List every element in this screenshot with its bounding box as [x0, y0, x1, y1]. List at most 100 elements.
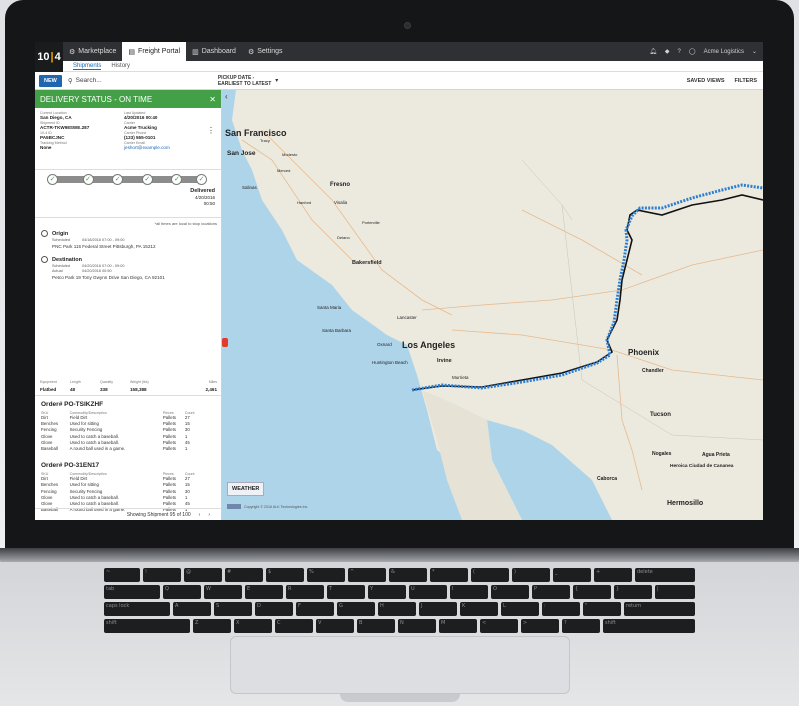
- key: P: [532, 585, 570, 599]
- keyboard-row: shift Z X C V B N M < > ? shift: [12, 619, 787, 633]
- map-city-label: Heroica Ciudad de Cananea: [670, 464, 734, 469]
- key: I: [450, 585, 488, 599]
- key: return: [624, 602, 695, 616]
- order-items-table: SKU Commodity/Description Pieces Count Dirt…: [41, 411, 201, 452]
- check-icon: ✓: [141, 174, 153, 185]
- collapse-panel-icon[interactable]: ‹: [225, 92, 228, 101]
- key: !: [143, 568, 181, 582]
- key: E: [245, 585, 283, 599]
- tag-icon[interactable]: ◆: [665, 48, 670, 55]
- current-location: San Diego, CA: [40, 115, 72, 120]
- account-menu[interactable]: Acme Logistics: [704, 49, 744, 55]
- destination-marker-icon[interactable]: [222, 338, 228, 347]
- key: H: [378, 602, 416, 616]
- nav-settings[interactable]: ⚙ Settings: [242, 42, 289, 61]
- top-navbar: ⚙ Marketplace ▤ Freight Portal ▥ Dashboard …: [35, 42, 763, 61]
- check-icon: ✓: [112, 174, 124, 185]
- count-cell: 1: [184, 446, 188, 452]
- map-city-label: Delano: [337, 235, 350, 240]
- sku-cell: Baseball: [41, 446, 58, 452]
- radio-icon[interactable]: [41, 256, 48, 263]
- key: tab: [104, 585, 160, 599]
- close-icon[interactable]: ✕: [209, 95, 216, 104]
- map-city-label: Visalia: [334, 200, 348, 205]
- key: U: [409, 585, 447, 599]
- key: J: [419, 602, 457, 616]
- more-options-icon[interactable]: ⋮: [207, 126, 215, 135]
- key: {: [573, 585, 611, 599]
- column-header: Quantity: [100, 380, 114, 384]
- length-value: 48: [70, 387, 76, 392]
- map-city-label: Caborca: [597, 476, 618, 482]
- weather-button[interactable]: WEATHER: [227, 482, 265, 496]
- caret-down-icon[interactable]: ▾: [275, 77, 278, 84]
- gear-icon: ⚙: [69, 48, 76, 56]
- key: *: [430, 568, 468, 582]
- key: D: [255, 602, 293, 616]
- laptop-notch: [340, 694, 460, 702]
- key: W: [204, 585, 242, 599]
- map-city-label: Chandler: [642, 368, 664, 374]
- nav-dashboard[interactable]: ▥ Dashboard: [186, 42, 242, 61]
- map-city-label: Modesto: [282, 152, 298, 157]
- prev-page-icon[interactable]: ‹: [199, 512, 201, 518]
- tracking-method: None: [40, 145, 52, 150]
- next-page-icon[interactable]: ›: [208, 512, 210, 518]
- key: (: [471, 568, 509, 582]
- saved-views-button[interactable]: SAVED VIEWS: [687, 78, 725, 84]
- column-header: Weight (lbs): [130, 380, 149, 384]
- app-logo[interactable]: 10 | 4: [35, 42, 63, 72]
- route-map[interactable]: ‹ San Francisco San Jose Fresno Salinas …: [222, 90, 763, 520]
- nav-marketplace[interactable]: ⚙ Marketplace: [63, 42, 122, 61]
- key: <: [480, 619, 518, 633]
- key: |: [655, 585, 695, 599]
- key: V: [316, 619, 354, 633]
- description-cell: A round ball used in a game.: [69, 446, 126, 452]
- key: shift: [104, 619, 190, 633]
- user-icon[interactable]: ◯: [689, 48, 696, 55]
- key: Y: [368, 585, 406, 599]
- radio-icon[interactable]: [41, 230, 48, 237]
- key: }: [614, 585, 652, 599]
- quantity-value: 338: [100, 387, 108, 392]
- pieces-cell: Pallets: [162, 446, 177, 452]
- search-input[interactable]: ⚲ Search...: [68, 77, 218, 85]
- bar-chart-icon: ▥: [192, 48, 199, 56]
- map-city-label: Lancaster: [397, 315, 417, 320]
- nav-freight-portal[interactable]: ▤ Freight Portal: [122, 42, 187, 61]
- key: T: [327, 585, 365, 599]
- delivered-time: 00:50: [203, 201, 215, 206]
- chevron-down-icon[interactable]: ⌄: [752, 48, 757, 55]
- order-title: Order# PO-TSIKZHF: [41, 401, 104, 408]
- tab-history[interactable]: History: [111, 63, 130, 69]
- carrier-email-link[interactable]: jeshort@example.com: [124, 145, 208, 150]
- map-city-label: Santa Barbara: [322, 328, 352, 333]
- sort-dropdown[interactable]: PICKUP DATE - EARLIEST TO LATEST: [218, 75, 271, 87]
- shipment-pager: Showing Shipment 95 of 100 ‹ ›: [35, 508, 221, 520]
- key: Z: [193, 619, 231, 633]
- key: #: [225, 568, 263, 582]
- column-header: Length: [70, 380, 81, 384]
- scale-bar-icon: [227, 504, 241, 509]
- key: _: [553, 568, 591, 582]
- check-icon: ✓: [47, 174, 58, 185]
- help-icon[interactable]: ?: [678, 49, 681, 55]
- key: O: [491, 585, 529, 599]
- sub-navigation: Shipments History: [63, 61, 763, 72]
- search-icon: ⚲: [67, 77, 73, 85]
- filters-button[interactable]: FILTERS: [734, 78, 757, 84]
- tab-shipments[interactable]: Shipments: [73, 63, 102, 70]
- pager-label: Showing Shipment 95 of 100: [126, 511, 191, 518]
- top-right-tools: 🔔︎ ◆ ? ◯ Acme Logistics ⌄: [649, 42, 757, 61]
- check-icon: ✓: [171, 174, 183, 185]
- key: >: [521, 619, 559, 633]
- column-header: Miles: [208, 380, 217, 384]
- map-city-label: Nogales: [652, 451, 672, 457]
- bell-icon[interactable]: 🔔︎: [649, 48, 657, 55]
- document-icon: ▤: [128, 48, 136, 56]
- key: @: [184, 568, 222, 582]
- key: N: [398, 619, 436, 633]
- key: A: [173, 602, 211, 616]
- origin-scheduled: 04/18/2016 07:00 - 09:00: [82, 238, 125, 242]
- new-shipment-button[interactable]: NEW: [39, 74, 62, 87]
